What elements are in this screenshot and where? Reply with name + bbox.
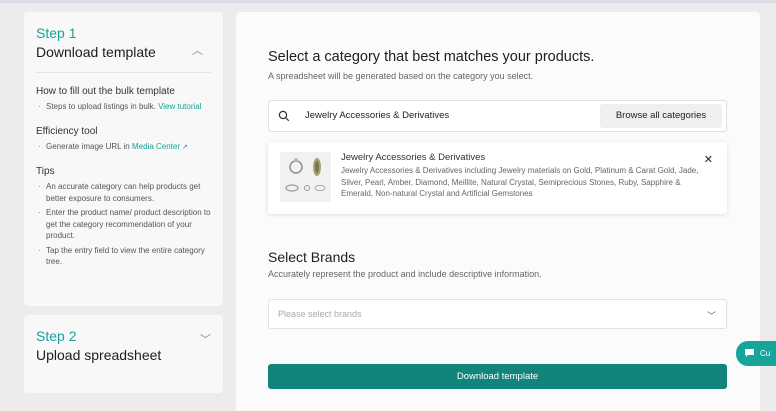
step1-number: Step 1 <box>36 25 77 41</box>
category-result-card[interactable]: Jewelry Accessories & Derivatives Jewelr… <box>268 142 727 214</box>
step2-number: Step 2 <box>36 328 77 344</box>
search-icon <box>278 110 290 122</box>
download-template-button[interactable]: Download template <box>268 364 727 389</box>
chat-label: Cu <box>760 349 771 358</box>
tips-title: Tips <box>36 166 55 177</box>
efficiency-text: Generate image URL in <box>46 141 130 151</box>
category-search-input[interactable]: Jewelry Accessories & Derivatives Browse… <box>268 100 727 132</box>
how-to-text: Steps to upload listings in bulk. <box>46 102 156 111</box>
efficiency-item: Generate image URL in Media Center↗ <box>36 141 211 154</box>
step1-title: Download template <box>36 44 156 60</box>
step2-card[interactable]: Step 2 Upload spreadsheet ﹀ <box>24 315 223 393</box>
close-icon[interactable]: ✕ <box>704 153 713 166</box>
view-tutorial-link[interactable]: View tutorial <box>158 102 201 111</box>
result-title: Jewelry Accessories & Derivatives <box>341 152 486 163</box>
tip-item: Tap the entry field to view the entire c… <box>36 245 211 268</box>
brands-subheading: Accurately represent the product and inc… <box>268 269 542 279</box>
chevron-down-icon[interactable]: ﹀ <box>200 331 211 347</box>
how-to-title: How to fill out the bulk template <box>36 86 175 97</box>
top-border <box>0 0 776 3</box>
external-link-icon[interactable]: ↗ <box>182 144 188 151</box>
tip-item: Enter the product name/ product descript… <box>36 207 211 242</box>
media-center-link[interactable]: Media Center <box>132 142 180 151</box>
result-description: Jewelry Accessories & Derivatives includ… <box>341 166 699 198</box>
category-subheading: A spreadsheet will be generated based on… <box>268 71 534 81</box>
steps-panel: Step 1 Download template ︿ How to fill o… <box>24 12 223 393</box>
jewelry-thumbnail <box>280 152 331 202</box>
chat-button[interactable]: Cu <box>736 341 776 366</box>
browse-categories-button[interactable]: Browse all categories <box>600 104 722 128</box>
step1-card: Step 1 Download template ︿ How to fill o… <box>24 12 223 306</box>
step2-title: Upload spreadsheet <box>36 347 162 363</box>
step1-header[interactable]: Step 1 Download template ︿ <box>36 24 211 73</box>
how-to-item: Steps to upload listings in bulk. View t… <box>36 101 211 113</box>
chat-icon <box>745 349 754 357</box>
search-value: Jewelry Accessories & Derivatives <box>305 110 450 121</box>
efficiency-title: Efficiency tool <box>36 125 98 137</box>
brands-placeholder: Please select brands <box>278 309 362 319</box>
chevron-up-icon[interactable]: ︿ <box>192 42 203 58</box>
main-panel: Select a category that best matches your… <box>236 12 760 411</box>
tip-item: An accurate category can help products g… <box>36 181 211 204</box>
category-heading: Select a category that best matches your… <box>268 49 595 65</box>
brands-select[interactable]: Please select brands ﹀ <box>268 299 727 329</box>
chevron-down-icon: ﹀ <box>706 311 716 321</box>
brands-heading: Select Brands <box>268 249 356 265</box>
